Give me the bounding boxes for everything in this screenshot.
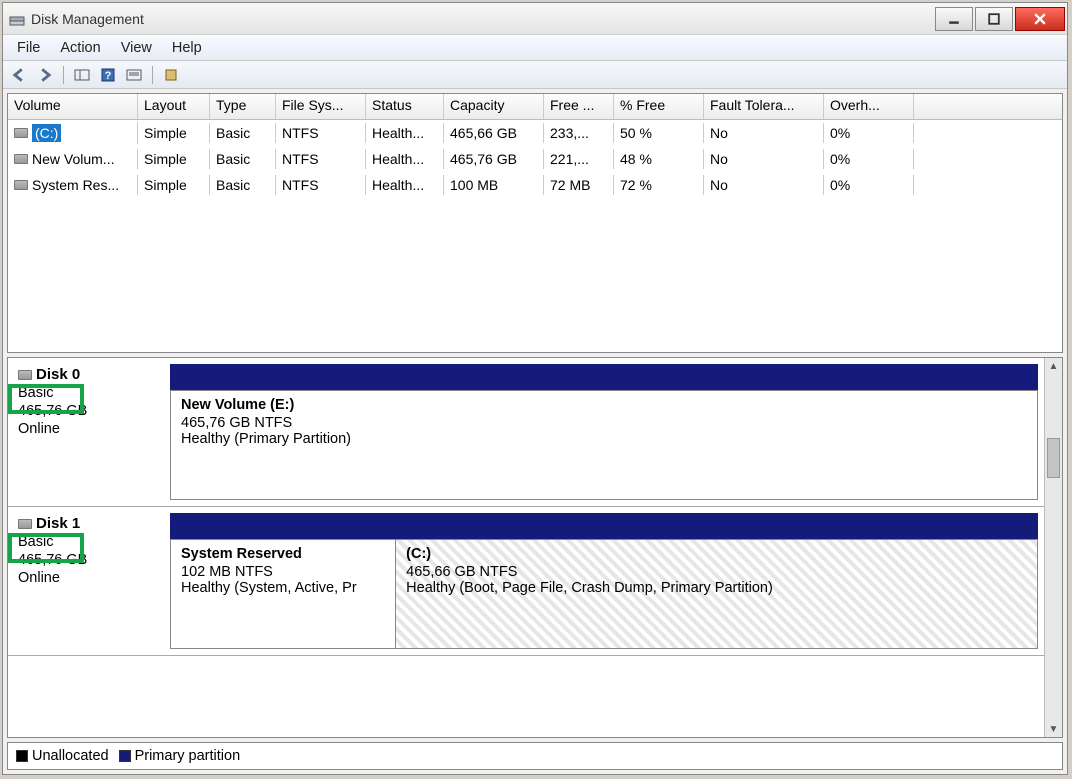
close-button[interactable] <box>1015 7 1065 31</box>
volume-cell: No <box>704 175 824 195</box>
volume-cell: Health... <box>366 123 444 143</box>
col-filesystem[interactable]: File Sys... <box>276 94 366 119</box>
show-hide-tree-button[interactable] <box>72 65 92 85</box>
volume-cell: No <box>704 123 824 143</box>
legend-swatch-primary <box>119 750 131 762</box>
refresh-button[interactable] <box>161 65 181 85</box>
volume-cell: NTFS <box>276 149 366 169</box>
volume-cell: 465,76 GB <box>444 149 544 169</box>
legend-swatch-unallocated <box>16 750 28 762</box>
volume-cell: Simple <box>138 123 210 143</box>
volume-cell: Health... <box>366 175 444 195</box>
volume-row[interactable]: (C:)SimpleBasicNTFSHealth...465,66 GB233… <box>8 120 1062 146</box>
volume-cell: 233,... <box>544 123 614 143</box>
volume-list-header: Volume Layout Type File Sys... Status Ca… <box>8 94 1062 120</box>
partition-box[interactable]: New Volume (E:)465,76 GB NTFSHealthy (Pr… <box>171 391 1037 499</box>
volume-cell: (C:) <box>8 122 138 144</box>
volume-cell: 72 MB <box>544 175 614 195</box>
menu-action[interactable]: Action <box>50 38 110 58</box>
svg-text:?: ? <box>105 70 112 82</box>
col-layout[interactable]: Layout <box>138 94 210 119</box>
back-button[interactable] <box>9 65 29 85</box>
volume-cell: Simple <box>138 175 210 195</box>
menu-file[interactable]: File <box>7 38 50 58</box>
maximize-button[interactable] <box>975 7 1013 31</box>
volume-icon <box>14 154 28 164</box>
volume-cell: 48 % <box>614 149 704 169</box>
volume-cell: Basic <box>210 175 276 195</box>
volume-cell: NTFS <box>276 175 366 195</box>
forward-button[interactable] <box>35 65 55 85</box>
volume-cell: Basic <box>210 123 276 143</box>
disk-row: Disk 0Basic465,76 GBOnlineNew Volume (E:… <box>8 358 1044 507</box>
col-volume[interactable]: Volume <box>8 94 138 119</box>
volume-icon <box>14 180 28 190</box>
volume-cell: NTFS <box>276 123 366 143</box>
volume-cell: No <box>704 149 824 169</box>
disk-management-window: Disk Management File Action View Help ? … <box>2 2 1068 775</box>
menu-view[interactable]: View <box>111 38 162 58</box>
help-button[interactable]: ? <box>98 65 118 85</box>
volume-cell: 0% <box>824 175 914 195</box>
col-status[interactable]: Status <box>366 94 444 119</box>
legend: Unallocated Primary partition <box>7 742 1063 770</box>
disk-info[interactable]: Disk 0Basic465,76 GBOnline <box>14 364 170 500</box>
action-list-button[interactable] <box>124 65 144 85</box>
volume-cell: Simple <box>138 149 210 169</box>
legend-label-unallocated: Unallocated <box>32 748 109 764</box>
volume-cell: 465,66 GB <box>444 123 544 143</box>
col-free[interactable]: Free ... <box>544 94 614 119</box>
volume-cell: 0% <box>824 149 914 169</box>
volume-row[interactable]: System Res...SimpleBasicNTFSHealth...100… <box>8 172 1062 198</box>
minimize-button[interactable] <box>935 7 973 31</box>
window-title: Disk Management <box>31 11 935 27</box>
volume-cell: Health... <box>366 149 444 169</box>
menubar: File Action View Help <box>3 35 1067 61</box>
annotation-highlight <box>8 533 84 563</box>
volume-cell: New Volum... <box>8 149 138 169</box>
scrollbar[interactable]: ▲ ▼ <box>1044 358 1062 737</box>
volume-cell: 0% <box>824 123 914 143</box>
col-type[interactable]: Type <box>210 94 276 119</box>
disk-header-bar <box>170 513 1038 539</box>
annotation-highlight <box>8 384 84 414</box>
partition-box[interactable]: System Reserved102 MB NTFSHealthy (Syste… <box>171 540 396 648</box>
col-overhead[interactable]: Overh... <box>824 94 914 119</box>
partition-box[interactable]: (C:)465,66 GB NTFSHealthy (Boot, Page Fi… <box>396 540 1037 648</box>
disk-header-bar <box>170 364 1038 390</box>
col-fault[interactable]: Fault Tolera... <box>704 94 824 119</box>
volume-cell: 72 % <box>614 175 704 195</box>
legend-label-primary: Primary partition <box>135 748 241 764</box>
col-pctfree[interactable]: % Free <box>614 94 704 119</box>
volume-list[interactable]: Volume Layout Type File Sys... Status Ca… <box>7 93 1063 353</box>
disk-management-icon <box>9 11 25 27</box>
toolbar: ? <box>3 61 1067 89</box>
graphical-view: Disk 0Basic465,76 GBOnlineNew Volume (E:… <box>7 357 1063 738</box>
scroll-down-icon[interactable]: ▼ <box>1045 721 1062 737</box>
disk-icon <box>18 370 32 380</box>
menu-help[interactable]: Help <box>162 38 212 58</box>
scroll-thumb[interactable] <box>1047 438 1060 478</box>
volume-cell: Basic <box>210 149 276 169</box>
titlebar[interactable]: Disk Management <box>3 3 1067 35</box>
disk-icon <box>18 519 32 529</box>
volume-icon <box>14 128 28 138</box>
col-capacity[interactable]: Capacity <box>444 94 544 119</box>
scroll-up-icon[interactable]: ▲ <box>1045 358 1062 374</box>
volume-row[interactable]: New Volum...SimpleBasicNTFSHealth...465,… <box>8 146 1062 172</box>
volume-cell: 100 MB <box>444 175 544 195</box>
disk-row: Disk 1Basic465,76 GBOnlineSystem Reserve… <box>8 507 1044 656</box>
volume-cell: 221,... <box>544 149 614 169</box>
disk-info[interactable]: Disk 1Basic465,76 GBOnline <box>14 513 170 649</box>
volume-cell: System Res... <box>8 175 138 195</box>
volume-cell: 50 % <box>614 123 704 143</box>
